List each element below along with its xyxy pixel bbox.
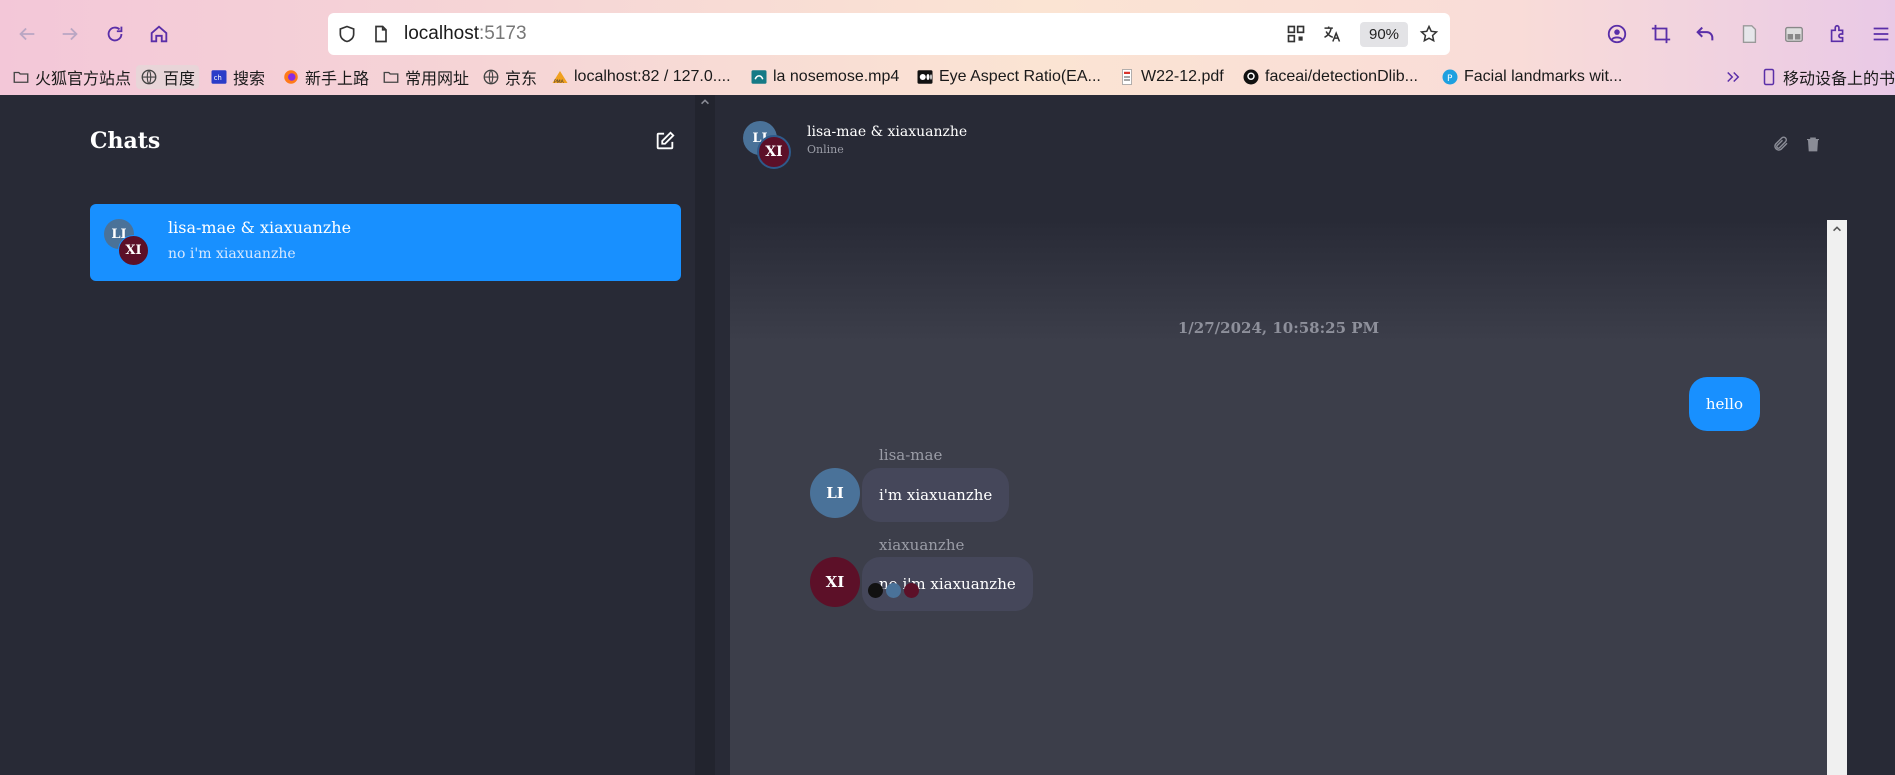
- new-chat-button[interactable]: [651, 127, 679, 155]
- chat-list-item[interactable]: LI XI lisa-mae & xiaxuanzhe no i'm xiaxu…: [90, 204, 681, 281]
- pma-icon: PMA: [551, 68, 569, 86]
- chevron-up-icon[interactable]: [698, 95, 712, 109]
- bookmark-label: W22-12.pdf: [1141, 68, 1224, 85]
- bookmark-item[interactable]: Eye Aspect Ratio(EA...: [916, 65, 1101, 89]
- zoom-level-badge[interactable]: 90%: [1360, 22, 1408, 47]
- bookmark-item[interactable]: 火狐官方站点: [12, 65, 131, 89]
- mobile-bookmarks[interactable]: 移动设备上的书签: [1760, 65, 1895, 89]
- avatar: XI: [810, 557, 860, 607]
- bookmark-label: 新手上路: [305, 71, 370, 88]
- video-icon: [750, 68, 768, 86]
- bookmark-label: 京东: [505, 71, 538, 88]
- bookmark-label: Eye Aspect Ratio(EA...: [939, 68, 1101, 85]
- search-site-icon: ch: [210, 68, 228, 86]
- folder-icon: [382, 68, 400, 86]
- panel-divider[interactable]: [695, 95, 715, 775]
- chat-app: Chats LI XI lisa-mae & xiaxuanzhe no i'm…: [0, 95, 1895, 775]
- mobile-icon: [1760, 68, 1778, 86]
- svg-text:PMA: PMA: [554, 79, 565, 85]
- forward-icon[interactable]: [56, 20, 84, 48]
- bookmark-item[interactable]: PMA localhost:82 / 127.0....: [551, 65, 731, 89]
- chat-sidebar: Chats LI XI lisa-mae & xiaxuanzhe no i'm…: [0, 95, 695, 775]
- account-icon[interactable]: [1603, 20, 1631, 48]
- bookmark-label: 搜索: [233, 71, 266, 88]
- message-bubble-outgoing: hello: [1688, 377, 1760, 431]
- back-icon[interactable]: [13, 20, 41, 48]
- read-receipt-dot: [886, 583, 901, 598]
- avatar: XI: [118, 235, 149, 266]
- home-icon[interactable]: [145, 20, 173, 48]
- globe-icon: [140, 68, 158, 86]
- svg-text:ch: ch: [214, 74, 222, 82]
- page-icon[interactable]: [370, 23, 392, 45]
- read-receipt-dot: [868, 583, 883, 598]
- chat-header: LI XI lisa-mae & xiaxuanzhe Online: [715, 95, 1895, 175]
- chat-item-name: lisa-mae & xiaxuanzhe: [168, 218, 352, 237]
- bookmark-label: 百度: [163, 71, 196, 88]
- avatar: LI: [810, 468, 860, 518]
- star-icon[interactable]: [1418, 23, 1440, 45]
- message-list: 1/27/2024, 10:58:25 PM hello lisa-mae LI…: [730, 220, 1827, 775]
- bookmarks-bar: 火狐官方站点 百度 ch 搜索 新手上路 常用网址 京东 PMA localho…: [0, 60, 1895, 94]
- bookmark-item[interactable]: la nosemose.mp4: [750, 65, 899, 89]
- shield-icon[interactable]: [336, 23, 358, 45]
- right-gutter: [1847, 220, 1895, 775]
- message-timestamp: 1/27/2024, 10:58:25 PM: [1177, 319, 1380, 337]
- pdf-icon: [1118, 68, 1136, 86]
- chat-item-preview: no i'm xiaxuanzhe: [168, 246, 296, 262]
- message-scrollbar[interactable]: [1827, 220, 1847, 775]
- translate-icon[interactable]: [1321, 23, 1343, 45]
- bookmark-label: 火狐官方站点: [35, 71, 132, 88]
- bookmark-item[interactable]: ch 搜索: [210, 65, 265, 89]
- trash-icon: [1807, 137, 1819, 152]
- more-bookmarks-icon[interactable]: [1724, 65, 1742, 89]
- browser-chrome: localhost:5173 90% 火狐官方站点 百度 ch 搜索 新手上路 …: [0, 0, 1895, 95]
- container-tabs-icon[interactable]: [1780, 20, 1808, 48]
- chat-main: LI XI lisa-mae & xiaxuanzhe Online 1/27/…: [715, 95, 1895, 775]
- github-icon: [1242, 68, 1260, 86]
- sidebar-title: Chats: [90, 128, 161, 154]
- chat-title: lisa-mae & xiaxuanzhe: [807, 124, 968, 140]
- bookmark-label: la nosemose.mp4: [773, 68, 900, 85]
- delete-button[interactable]: [1802, 133, 1824, 155]
- url-text[interactable]: localhost:5173: [404, 23, 527, 45]
- pyimage-icon: P: [1441, 68, 1459, 86]
- qr-code-icon[interactable]: [1285, 23, 1307, 45]
- bookmark-label: localhost:82 / 127.0....: [574, 68, 731, 85]
- reload-icon[interactable]: [101, 20, 129, 48]
- bookmark-item[interactable]: W22-12.pdf: [1118, 65, 1224, 89]
- extensions-icon[interactable]: [1824, 20, 1852, 48]
- paperclip-icon: [1774, 136, 1788, 151]
- message-sender: lisa-mae: [879, 446, 943, 464]
- reader-icon[interactable]: [1735, 20, 1763, 48]
- browser-toolbar: localhost:5173 90%: [0, 10, 1895, 58]
- globe-icon: [482, 68, 500, 86]
- bookmark-label: 常用网址: [405, 71, 470, 88]
- bookmark-label: faceai/detectionDlib...: [1265, 68, 1418, 85]
- undo-icon[interactable]: [1691, 20, 1719, 48]
- bookmark-item[interactable]: 百度: [136, 65, 200, 89]
- menu-icon[interactable]: [1867, 20, 1895, 48]
- firefox-icon: [282, 68, 300, 86]
- message-sender: xiaxuanzhe: [879, 536, 965, 554]
- chat-status: Online: [807, 143, 844, 156]
- medium-icon: [916, 68, 934, 86]
- bookmark-label: Facial landmarks wit...: [1464, 68, 1623, 85]
- crop-icon[interactable]: [1647, 20, 1675, 48]
- url-bar[interactable]: localhost:5173 90%: [328, 13, 1450, 55]
- message-bubble-incoming: i'm xiaxuanzhe: [862, 468, 1010, 522]
- bookmark-item[interactable]: faceai/detectionDlib...: [1242, 65, 1418, 89]
- read-receipt-dot: [904, 583, 919, 598]
- attach-button[interactable]: [1770, 133, 1792, 155]
- scroll-up-icon[interactable]: [1827, 220, 1847, 238]
- folder-icon: [12, 68, 30, 86]
- bookmark-item[interactable]: 常用网址: [382, 65, 469, 89]
- avatar: XI: [757, 135, 791, 169]
- bookmark-item[interactable]: P Facial landmarks wit...: [1441, 65, 1622, 89]
- edit-icon: [656, 131, 675, 150]
- svg-text:P: P: [1447, 74, 1453, 84]
- bookmark-item[interactable]: 京东: [482, 65, 537, 89]
- bookmark-item[interactable]: 新手上路: [282, 65, 369, 89]
- bookmark-label: 移动设备上的书签: [1783, 71, 1895, 88]
